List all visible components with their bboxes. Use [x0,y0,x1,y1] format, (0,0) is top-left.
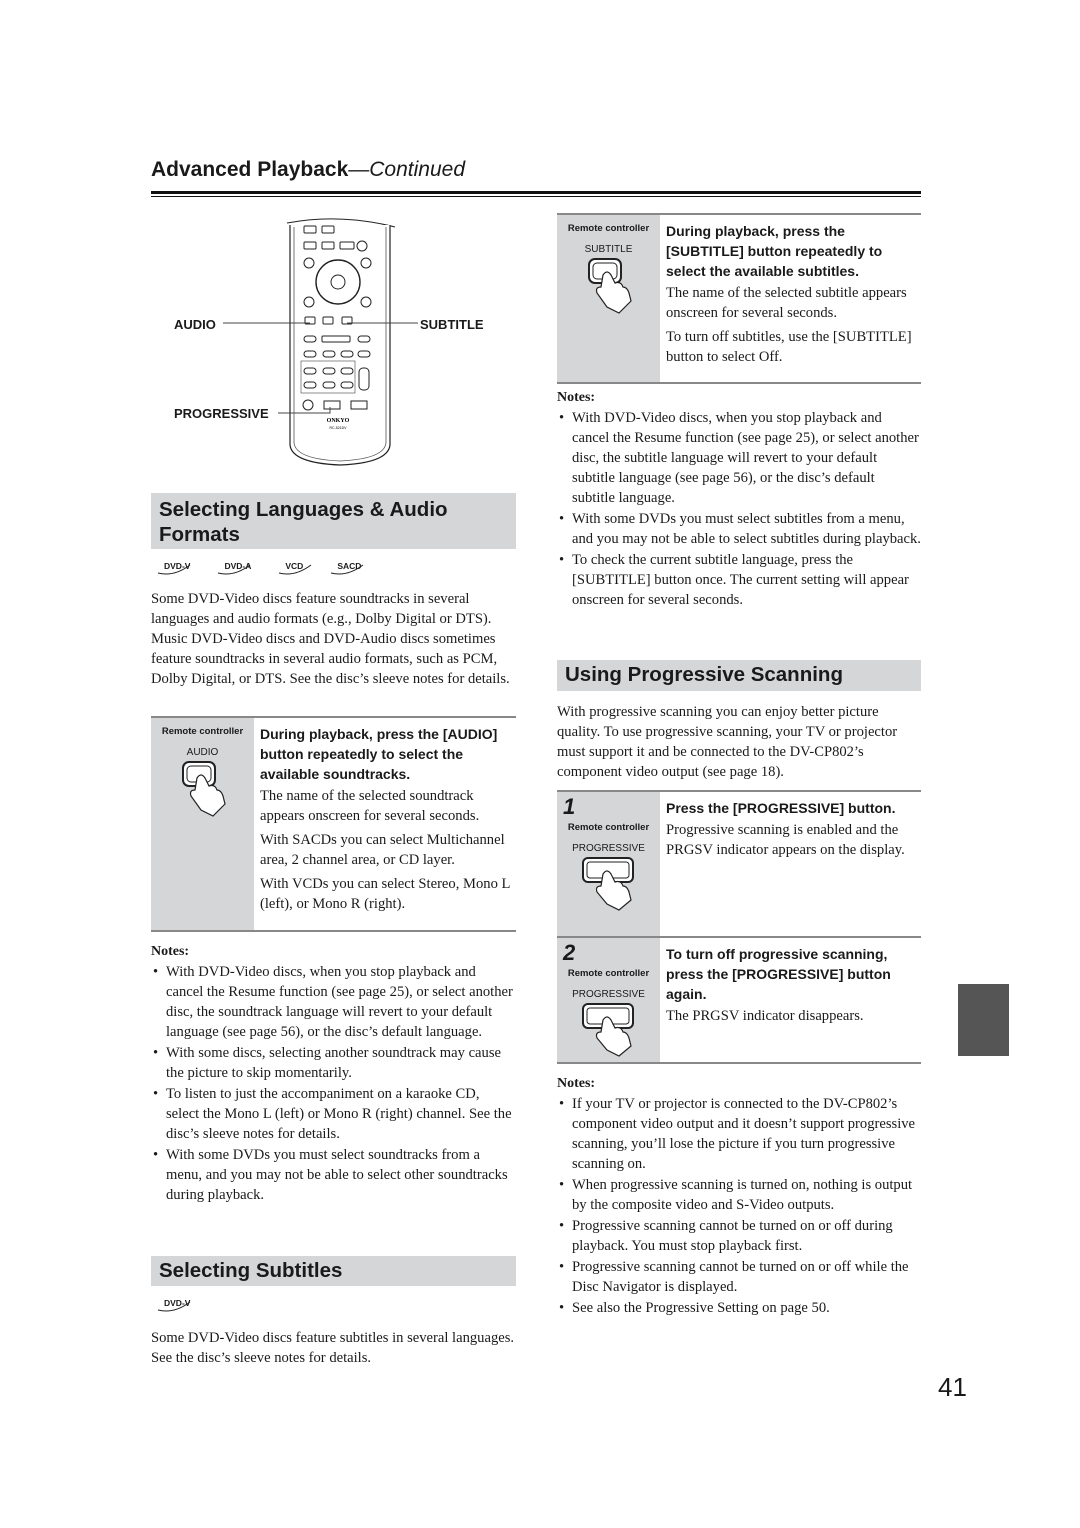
svg-text:RC-521DV: RC-521DV [330,426,348,430]
header-rule-thin [151,196,921,197]
note-item: To listen to just the accompaniment on a… [151,1084,515,1144]
step-2-content: To turn off progressive scanning, press … [660,938,920,1062]
note-item: With some DVDs you must select soundtrac… [151,1145,515,1205]
note-item: To check the current subtitle language, … [557,550,921,610]
hand-pressing-button-icon [581,1003,634,1057]
subtitles-intro: Some DVD-Video discs feature subtitles i… [151,1330,515,1366]
audio-paragraph: With SACDs you can select Multichannel a… [260,832,505,868]
page-header: Advanced Playback—Continued [151,158,465,182]
remote-diagram: ONKYO RC-521DV AUDIO SUBTITLE PROGRESSIV… [150,215,520,470]
subtitles-notes: Notes: With DVD-Video discs, when you st… [557,390,921,611]
svg-text:ONKYO: ONKYO [327,418,350,424]
remote-controller-label: Remote controller [567,223,650,234]
callout-progressive: PROGRESSIVE [174,406,269,421]
note-item: Progressive scanning cannot be turned on… [557,1257,921,1297]
notes-title: Notes: [557,390,596,405]
audio-button-label: AUDIO [186,747,219,758]
note-item: With DVD-Video discs, when you stop play… [557,408,921,508]
step-instruction: Press the [PROGRESSIVE] button. [666,800,896,816]
step-number: 1 [563,794,576,819]
languages-intro: Some DVD-Video discs feature soundtracks… [151,591,510,687]
section-heading-subtitles: Selecting Subtitles [151,1256,516,1286]
audio-instruction: During playback, press the [AUDIO] butto… [260,726,498,782]
remote-controller-label: Remote controller [567,968,650,979]
note-item: With some discs, selecting another sound… [151,1043,515,1083]
note-item: If your TV or projector is connected to … [557,1094,921,1174]
audio-instructions: During playback, press the [AUDIO] butto… [254,718,515,930]
header-rule [151,191,921,194]
subtitle-instruction: During playback, press the [SUBTITLE] bu… [666,223,883,279]
step-1-content: Press the [PROGRESSIVE] button. Progress… [660,792,920,938]
progressive-notes: Notes: If your TV or projector is connec… [557,1076,921,1319]
page-number: 41 [938,1372,967,1402]
audio-paragraph: The name of the selected soundtrack appe… [260,788,480,824]
note-item: When progressive scanning is turned on, … [557,1175,921,1215]
header-title: Advanced Playback [151,158,349,181]
disc-icons-languages: DVD-V DVD-A VCD SACD [156,559,373,575]
subtitle-remote-panel: Remote controller SUBTITLE [557,215,660,382]
progressive-step-1: 1 Remote controller PROGRESSIVE Press th… [557,790,921,938]
note-item: With DVD-Video discs, when you stop play… [151,962,515,1042]
remote-controller-label: Remote controller [567,822,650,833]
remote-illustration: ONKYO RC-521DV [223,218,418,466]
progressive-button-label: PROGRESSIVE [572,989,645,1000]
callout-subtitle: SUBTITLE [420,317,484,332]
hand-pressing-button-icon [181,761,226,817]
progressive-step-2: 2 Remote controller PROGRESSIVE To turn … [557,936,921,1064]
step-1-panel: 1 Remote controller PROGRESSIVE [557,792,660,938]
section-heading-progressive: Using Progressive Scanning [557,660,921,691]
step-number: 2 [563,940,576,965]
step-2-panel: 2 Remote controller PROGRESSIVE [557,938,660,1062]
note-item: See also the Progressive Setting on page… [557,1298,921,1318]
progressive-intro: With progressive scanning you can enjoy … [557,704,898,780]
step-text: Progressive scanning is enabled and the … [666,822,905,858]
chapter-tab [958,984,1009,1056]
subtitle-button-label: SUBTITLE [584,244,633,255]
remote-controller-label: Remote controller [161,726,244,737]
step-instruction: To turn off progressive scanning, press … [666,946,891,1002]
audio-remote-box: Remote controller AUDIO During playback,… [151,716,516,932]
notes-title: Notes: [557,1076,596,1091]
disc-sacd-icon: SACD [329,559,373,575]
disc-dvd-a-icon: DVD-A [216,559,263,575]
subtitle-paragraph: To turn off subtitles, use the [SUBTITLE… [666,329,912,365]
callout-audio: AUDIO [174,317,216,332]
step-text: The PRGSV indicator disappears. [666,1008,864,1024]
subtitle-paragraph: The name of the selected subtitle appear… [666,285,907,321]
header-subtitle: —Continued [348,158,466,181]
disc-vcd-icon: VCD [277,559,315,575]
progressive-button-label: PROGRESSIVE [572,843,645,854]
languages-notes: Notes: With DVD-Video discs, when you st… [151,944,515,1206]
audio-remote-panel: Remote controller AUDIO [151,718,254,930]
note-item: With some DVDs you must select subtitles… [557,509,921,549]
hand-pressing-button-icon [587,258,632,314]
section-heading-languages: Selecting Languages & Audio Formats [151,493,516,549]
note-item: Progressive scanning cannot be turned on… [557,1216,921,1256]
notes-title: Notes: [151,944,190,959]
subtitle-instructions: During playback, press the [SUBTITLE] bu… [660,215,920,382]
disc-icons-subtitles: DVD-V [156,1296,202,1312]
audio-paragraph: With VCDs you can select Stereo, Mono L … [260,876,510,912]
disc-dvd-v-icon: DVD-V [156,559,202,575]
subtitle-remote-box: Remote controller SUBTITLE During playba… [557,213,921,384]
disc-dvd-v-icon: DVD-V [156,1296,202,1312]
hand-pressing-button-icon [581,857,634,911]
